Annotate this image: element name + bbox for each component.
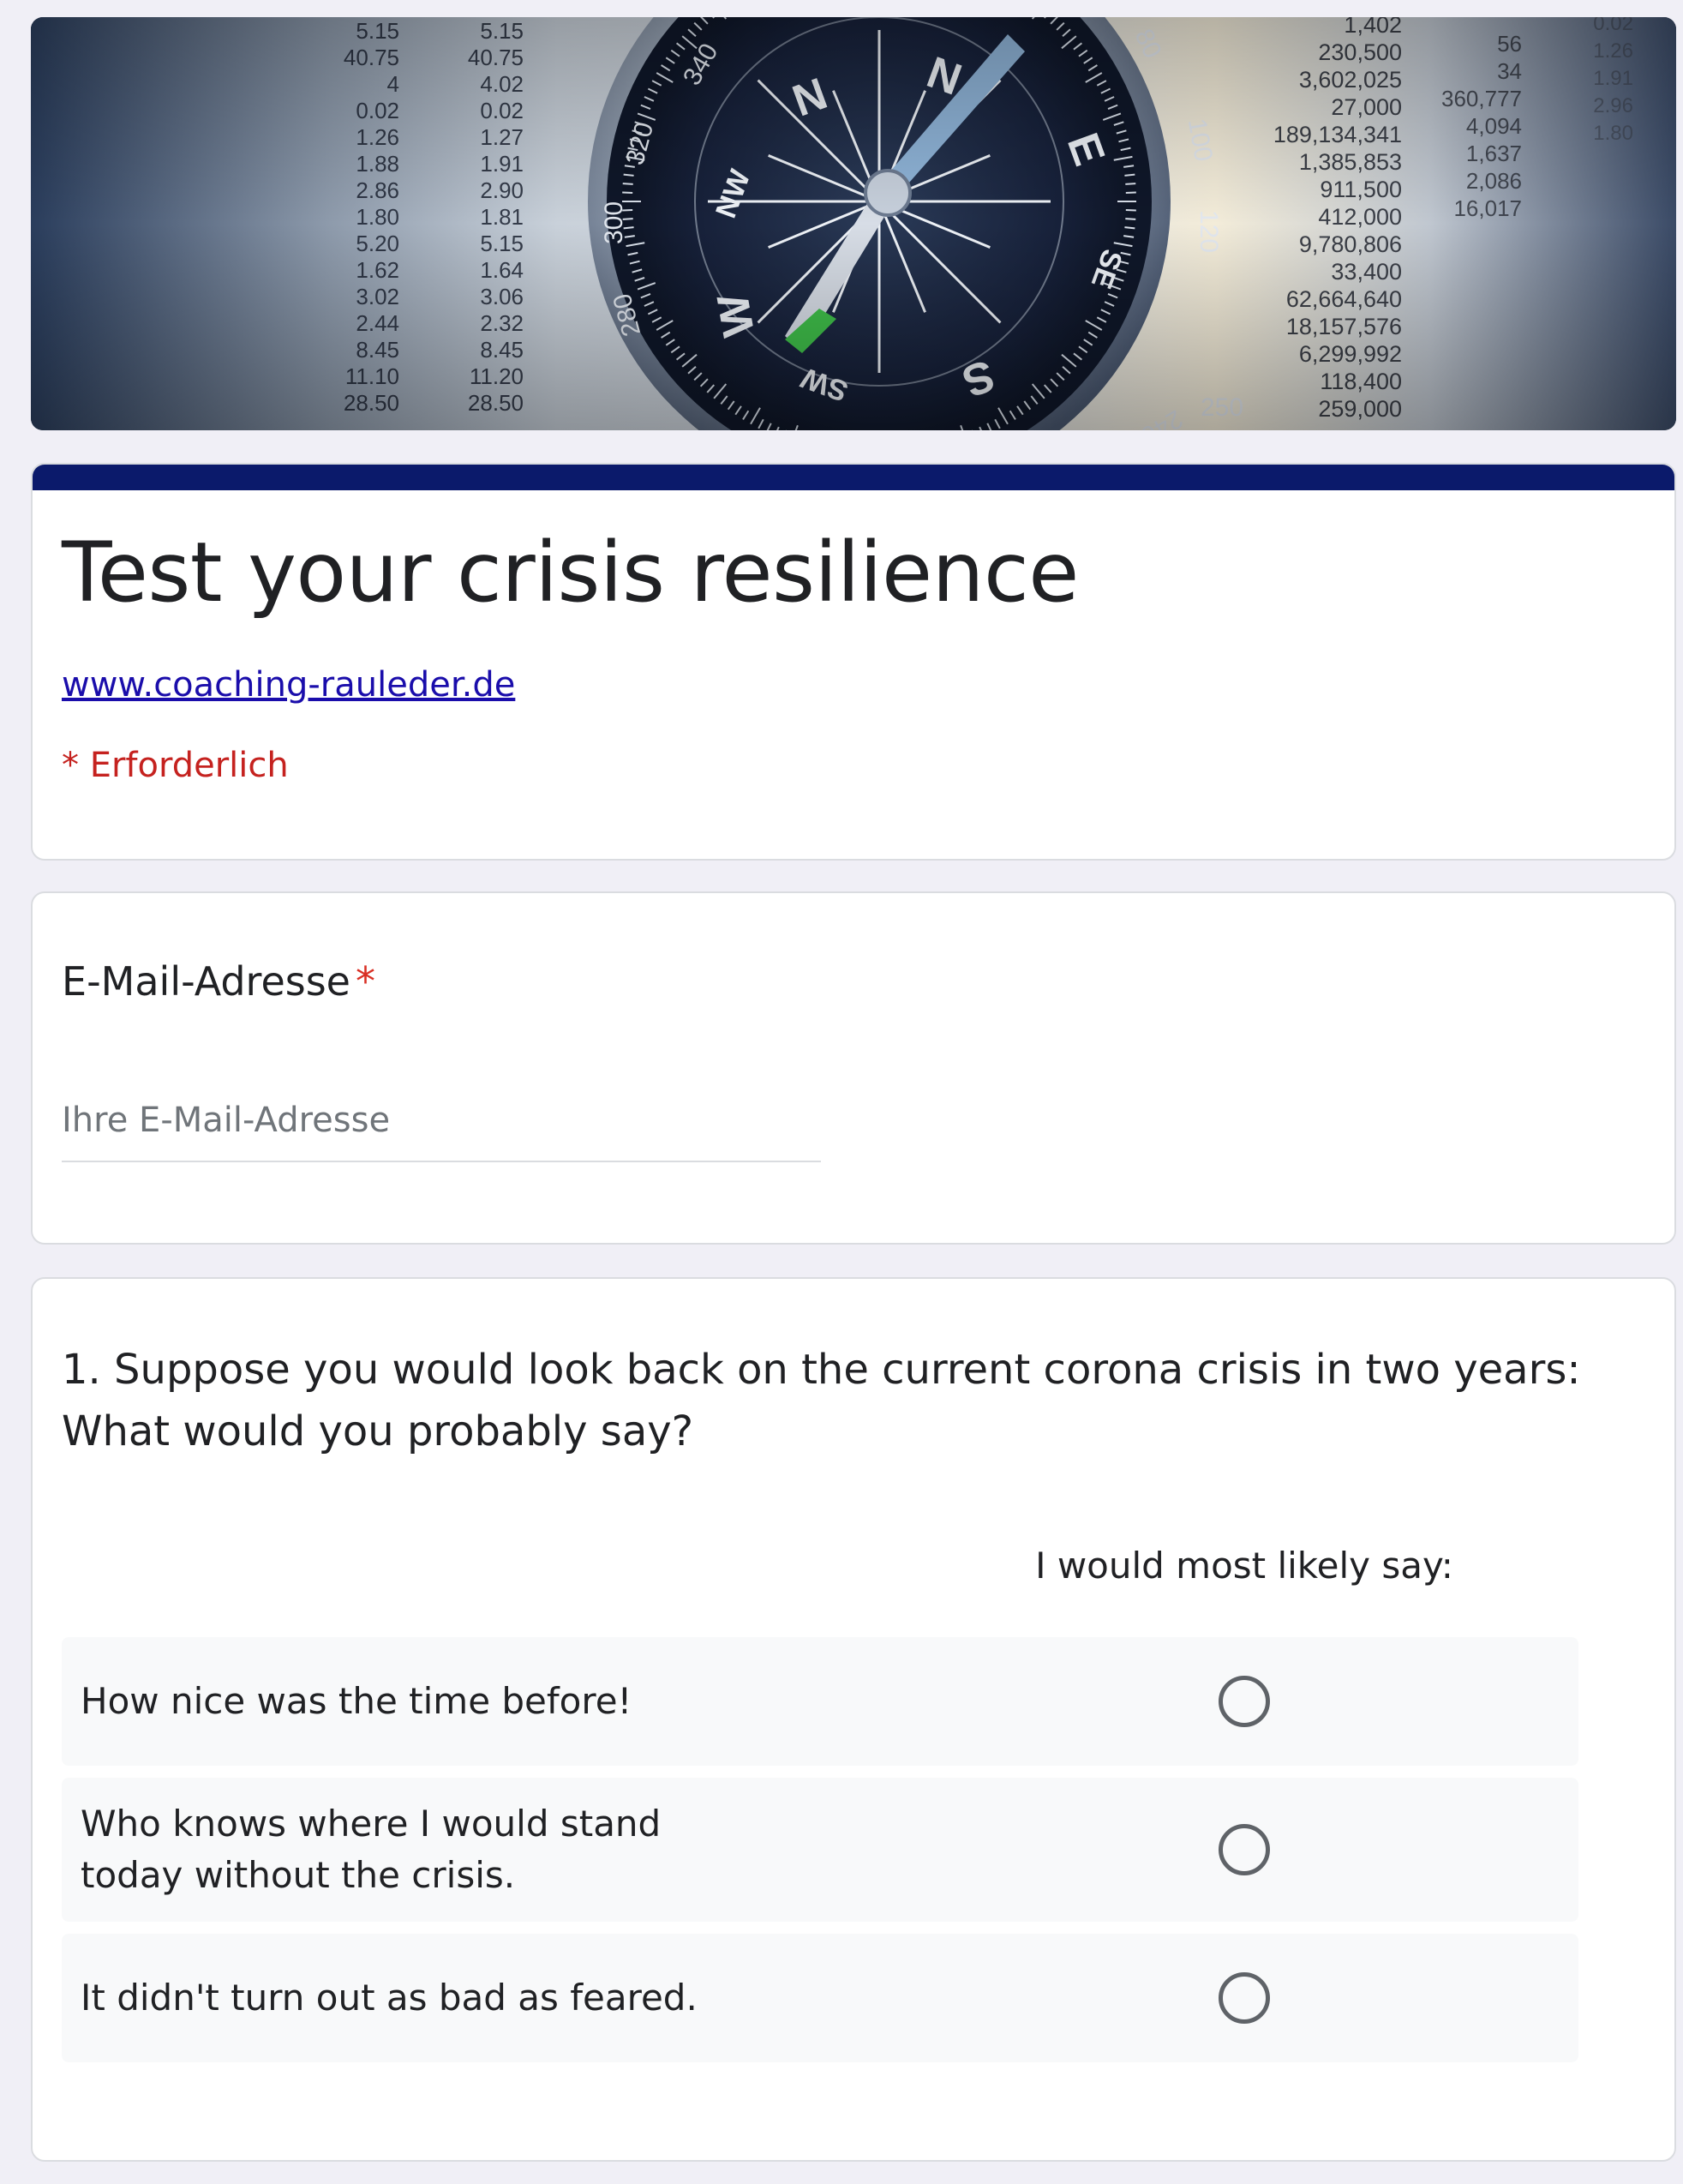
grid-row-2: Who knows where I would stand today with… xyxy=(62,1778,1578,1922)
question-1-text: 1. Suppose you would look back on the cu… xyxy=(62,1346,1581,1455)
email-question-label: E-Mail-Adresse * xyxy=(62,958,375,1005)
header-banner: 5.1540.7540.021.261.882.861.805.201.623.… xyxy=(31,17,1676,430)
grid-row-1: How nice was the time before! xyxy=(62,1637,1578,1766)
form-header-card xyxy=(31,463,1676,861)
grid-row-3: It didn't turn out as bad as feared. xyxy=(62,1934,1578,2062)
radio-row-3[interactable] xyxy=(1219,1972,1270,2024)
required-star: * xyxy=(355,958,375,1005)
grid-column-header: I would most likely say: xyxy=(1035,1545,1453,1587)
email-input[interactable] xyxy=(62,1080,821,1162)
email-label-text: E-Mail-Adresse xyxy=(62,958,350,1005)
required-note: * Erforderlich xyxy=(62,746,289,785)
radio-row-1[interactable] xyxy=(1219,1676,1270,1727)
grid-row-label: Who knows where I would stand today with… xyxy=(81,1803,662,1896)
email-question-card xyxy=(31,891,1676,1245)
grid-row-label: How nice was the time before! xyxy=(81,1680,632,1722)
radio-row-2[interactable] xyxy=(1219,1824,1270,1875)
grid-row-label: It didn't turn out as bad as feared. xyxy=(81,1977,698,2019)
banner-image: 5.1540.7540.021.261.882.861.805.201.623.… xyxy=(31,17,1676,430)
header-accent-bar xyxy=(33,465,1674,490)
website-link[interactable]: www.coaching-rauleder.de xyxy=(62,665,515,705)
form-title: Test your crisis resilience xyxy=(62,525,1079,621)
